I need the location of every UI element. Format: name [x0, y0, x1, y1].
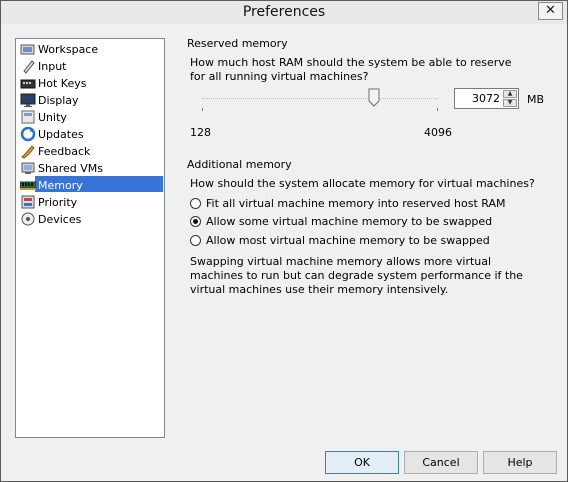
memory-icon — [20, 177, 36, 193]
devices-icon — [20, 211, 36, 227]
sidebar-item-label: Devices — [38, 212, 82, 226]
ok-button[interactable]: OK — [325, 451, 399, 474]
additional-memory-heading: Additional memory — [187, 158, 292, 171]
feedback-icon — [20, 143, 36, 159]
updates-icon — [20, 126, 36, 142]
cancel-button[interactable]: Cancel — [404, 451, 478, 474]
workspace-icon — [20, 41, 36, 57]
sidebar-item-unity[interactable]: Unity — [20, 109, 162, 125]
slider-track — [202, 98, 438, 99]
radio-circle[interactable] — [190, 198, 201, 209]
display-icon — [20, 92, 36, 108]
reserved-memory-question: How much host RAM should the system be a… — [190, 56, 512, 83]
sidebar-item-feedback[interactable]: Feedback — [20, 143, 162, 159]
sidebar-item-label: Priority — [38, 195, 78, 209]
reserved-memory-value[interactable]: 3072 — [472, 92, 500, 105]
sidebar-item-priority[interactable]: Priority — [20, 194, 162, 210]
sidebar-item-memory[interactable]: Memory — [20, 177, 162, 193]
sidebar-item-display[interactable]: Display — [20, 92, 162, 108]
radio-fit-all[interactable]: Fit all virtual machine memory into rese… — [190, 197, 505, 210]
radio-allow-some-swapped[interactable]: Allow some virtual machine memory to be … — [190, 215, 492, 228]
close-button[interactable]: ✕ — [538, 2, 563, 20]
sidebar-item-label: Input — [38, 59, 67, 73]
slider-min-label: 128 — [190, 126, 211, 139]
radio-circle[interactable] — [190, 235, 201, 246]
sidebar-item-label: Unity — [38, 110, 67, 124]
sidebar-item-workspace[interactable]: Workspace — [20, 41, 162, 57]
memory-unit-label: MB — [527, 93, 545, 106]
additional-memory-question: How should the system allocate memory fo… — [190, 177, 535, 190]
window-title: Preferences — [242, 4, 326, 20]
sidebar-item-label: Shared VMs — [38, 161, 103, 175]
slider-thumb[interactable] — [368, 88, 380, 110]
spin-down-button[interactable]: ▼ — [503, 99, 517, 107]
spin-up-button[interactable]: ▲ — [503, 90, 517, 98]
radio-allow-most-swapped[interactable]: Allow most virtual machine memory to be … — [190, 234, 490, 247]
reserved-memory-heading: Reserved memory — [187, 37, 288, 50]
sidebar-item-updates[interactable]: Updates — [20, 126, 162, 142]
preferences-window: Preferences ✕ Workspace Input Hot Keys D… — [0, 0, 568, 482]
sidebar-item-label: Updates — [38, 127, 84, 141]
sidebar-item-label: Feedback — [38, 144, 91, 158]
preferences-category-list: Workspace Input Hot Keys Display Unity U… — [15, 38, 165, 438]
radio-circle-checked[interactable] — [190, 216, 201, 227]
slider-max-label: 4096 — [424, 126, 452, 139]
sidebar-item-devices[interactable]: Devices — [20, 211, 162, 227]
slider-tick — [437, 108, 438, 111]
sidebar-item-shared-vms[interactable]: Shared VMs — [20, 160, 162, 176]
unity-icon — [20, 109, 36, 125]
sidebar-item-hot-keys[interactable]: Hot Keys — [20, 75, 162, 91]
swap-explanation: Swapping virtual machine memory allows m… — [190, 255, 523, 296]
slider-tick — [202, 108, 203, 111]
sidebar-item-label: Memory — [38, 178, 83, 192]
title-bar: Preferences ✕ — [1, 1, 567, 24]
sidebar-item-label: Hot Keys — [38, 76, 87, 90]
hotkeys-icon — [20, 75, 36, 91]
priority-icon — [20, 194, 36, 210]
shared-vms-icon — [20, 160, 36, 176]
reserved-memory-spinbox[interactable]: 3072 ▲ ▼ — [454, 88, 519, 109]
radio-label: Allow most virtual machine memory to be … — [206, 234, 490, 247]
radio-label: Fit all virtual machine memory into rese… — [206, 197, 506, 210]
sidebar-item-label: Display — [38, 93, 79, 107]
input-icon — [20, 58, 36, 74]
sidebar-item-input[interactable]: Input — [20, 58, 162, 74]
radio-label: Allow some virtual machine memory to be … — [206, 215, 493, 228]
sidebar-item-label: Workspace — [38, 42, 99, 56]
help-button[interactable]: Help — [483, 451, 557, 474]
